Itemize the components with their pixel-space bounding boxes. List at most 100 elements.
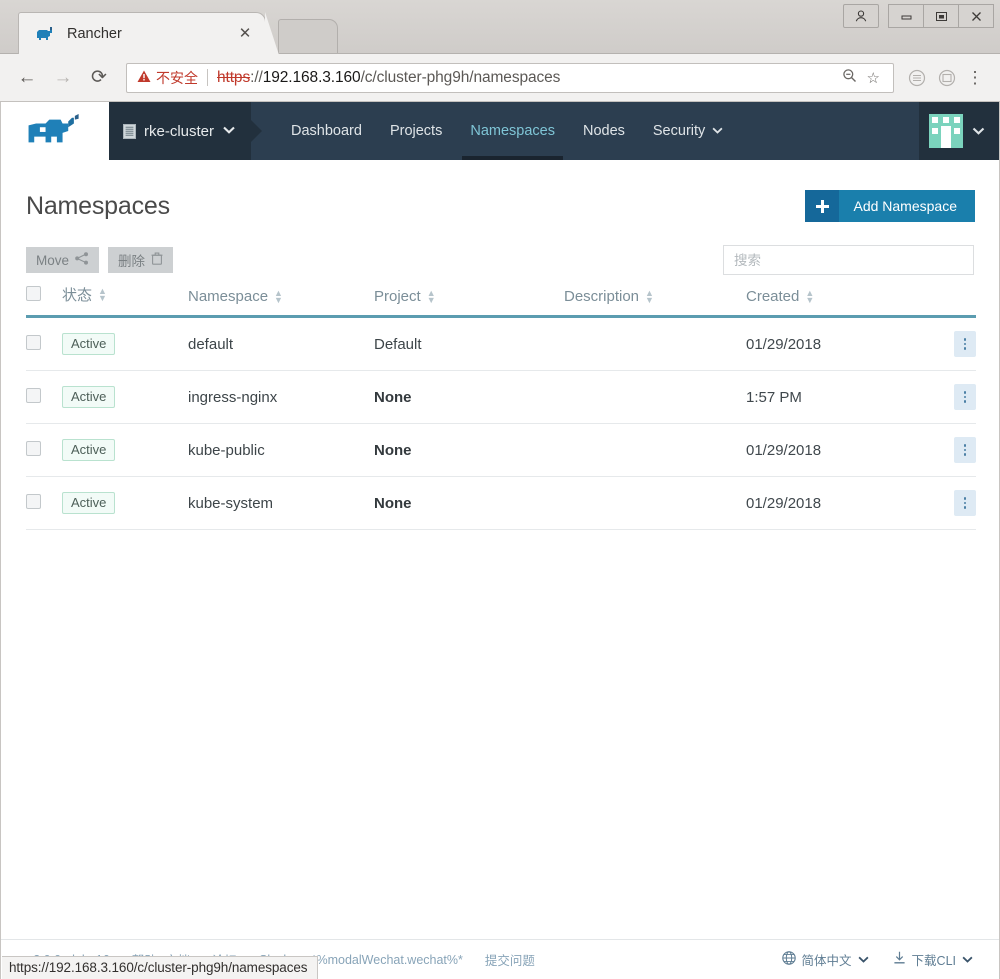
row-created-cell: 01/29/2018: [746, 423, 916, 477]
rancher-navbar: rke-cluster Dashboard Projects Namespace…: [109, 102, 999, 160]
page-header: Namespaces Add Namespace: [1, 160, 999, 228]
table-row[interactable]: Active ingress-nginx None 1:57 PM: [26, 370, 976, 424]
cluster-icon: [123, 123, 136, 139]
row-project-cell: None: [374, 370, 564, 424]
security-warning[interactable]: 不安全: [137, 68, 198, 88]
extension-two-icon[interactable]: [932, 63, 962, 93]
row-state-cell: Active: [62, 476, 188, 530]
browser-titlebar: Rancher ✕: [0, 0, 1000, 55]
row-checkbox[interactable]: [26, 440, 41, 456]
nav-item-namespaces[interactable]: Namespaces: [456, 102, 569, 160]
row-checkbox[interactable]: [26, 493, 41, 509]
back-icon[interactable]: ←: [12, 63, 42, 93]
forward-icon[interactable]: →: [48, 63, 78, 93]
sort-icon: ▲ ▼: [645, 287, 654, 305]
namespaces-table-area: Move 删除 搜索 状态 ▲ ▼ Namespace ▲ ▼ Project …: [1, 228, 999, 939]
table-header-row: 状态 ▲ ▼ Namespace ▲ ▼ Project ▲ ▼ Descript: [26, 278, 976, 318]
select-all-cell: [26, 278, 62, 318]
row-actions-menu-icon[interactable]: [954, 490, 976, 516]
download-cli-label: 下载CLI: [911, 954, 956, 968]
window-maximize-button[interactable]: [923, 4, 959, 28]
column-created[interactable]: Created ▲ ▼: [746, 278, 916, 318]
status-badge: Active: [62, 439, 116, 461]
column-state[interactable]: 状态 ▲ ▼: [62, 278, 188, 318]
row-created-cell: 01/29/2018: [746, 316, 916, 371]
row-namespace-cell[interactable]: kube-public: [188, 423, 374, 477]
column-label: Project: [374, 288, 421, 305]
share-nodes-icon: [75, 252, 89, 268]
reload-icon[interactable]: ⟳: [84, 63, 114, 93]
row-state-cell: Active: [62, 316, 188, 371]
nav-item-nodes[interactable]: Nodes: [569, 102, 639, 160]
select-all-checkbox[interactable]: [26, 286, 41, 301]
nav-label: Namespaces: [470, 123, 555, 139]
row-state-cell: Active: [62, 423, 188, 477]
user-menu[interactable]: [919, 102, 999, 160]
language-selector[interactable]: 简体中文: [781, 950, 869, 969]
url-text: https://192.168.3.160/c/cluster-phg9h/na…: [217, 69, 837, 87]
move-button[interactable]: Move: [26, 247, 100, 273]
new-tab-ghost[interactable]: [278, 19, 338, 53]
row-namespace-cell[interactable]: kube-system: [188, 476, 374, 530]
window-minimize-button[interactable]: [888, 4, 924, 28]
delete-button[interactable]: 删除: [108, 247, 174, 273]
cluster-selector[interactable]: rke-cluster: [109, 102, 252, 160]
column-label: Namespace: [188, 288, 269, 305]
chevron-down-icon: [858, 954, 869, 966]
download-icon: [893, 951, 906, 968]
tab-close-icon[interactable]: ✕: [235, 24, 255, 44]
nav-item-projects[interactable]: Projects: [376, 102, 456, 160]
row-description-cell: [564, 476, 746, 530]
zoom-out-icon[interactable]: [837, 68, 862, 87]
nav-item-dashboard[interactable]: Dashboard: [277, 102, 376, 160]
row-actions-cell: [916, 370, 976, 424]
security-label: 不安全: [156, 69, 198, 86]
omnibox-divider: [207, 69, 208, 86]
table-row[interactable]: Active kube-system None 01/29/2018: [26, 476, 976, 530]
table-row[interactable]: Active default Default 01/29/2018: [26, 316, 976, 371]
row-project-cell: None: [374, 476, 564, 530]
row-namespace-cell[interactable]: default: [188, 316, 374, 371]
window-close-button[interactable]: [958, 4, 994, 28]
trash-icon: [151, 252, 163, 268]
row-actions-menu-icon[interactable]: [954, 384, 976, 410]
nav-item-security[interactable]: Security: [639, 102, 737, 160]
column-description[interactable]: Description ▲ ▼: [564, 278, 746, 318]
bookmark-star-icon[interactable]: ☆: [862, 69, 885, 87]
globe-icon: [781, 951, 796, 968]
row-select-cell: [26, 423, 62, 477]
footer-link-wechat[interactable]: *%modalWechat.wechat%*: [312, 953, 463, 967]
row-actions-cell: [916, 423, 976, 477]
chevron-down-icon: [712, 126, 723, 137]
add-namespace-button[interactable]: Add Namespace: [805, 190, 975, 222]
browser-menu-icon[interactable]: ⋮: [962, 63, 988, 93]
browser-tab[interactable]: Rancher ✕: [18, 12, 279, 55]
row-created-cell: 01/29/2018: [746, 476, 916, 530]
table-toolbar: Move 删除: [26, 228, 974, 278]
column-namespace[interactable]: Namespace ▲ ▼: [188, 278, 374, 318]
row-select-cell: [26, 316, 62, 371]
chevron-down-icon: [962, 954, 973, 966]
row-checkbox[interactable]: [26, 334, 41, 350]
table-row[interactable]: Active kube-public None 01/29/2018: [26, 423, 976, 477]
extension-one-icon[interactable]: [902, 63, 932, 93]
nav-links: Dashboard Projects Namespaces Nodes Secu…: [277, 102, 737, 160]
row-actions-menu-icon[interactable]: [954, 331, 976, 357]
row-checkbox[interactable]: [26, 387, 41, 403]
status-badge: Active: [62, 386, 116, 408]
row-select-cell: [26, 370, 62, 424]
row-namespace-cell[interactable]: ingress-nginx: [188, 370, 374, 424]
search-input[interactable]: [723, 245, 974, 275]
profile-icon[interactable]: [843, 4, 879, 28]
address-bar[interactable]: 不安全 https://192.168.3.160/c/cluster-phg9…: [126, 62, 894, 93]
warning-triangle-icon: [137, 70, 151, 86]
row-actions-menu-icon[interactable]: [954, 437, 976, 463]
download-cli-selector[interactable]: 下载CLI: [893, 950, 973, 969]
column-project[interactable]: Project ▲ ▼: [374, 278, 564, 318]
row-description-cell: [564, 370, 746, 424]
namespaces-table: 状态 ▲ ▼ Namespace ▲ ▼ Project ▲ ▼ Descript: [26, 278, 976, 530]
rancher-logo[interactable]: [1, 102, 109, 160]
column-actions: [916, 278, 976, 318]
footer-link-issues[interactable]: 提交问题: [485, 950, 535, 969]
